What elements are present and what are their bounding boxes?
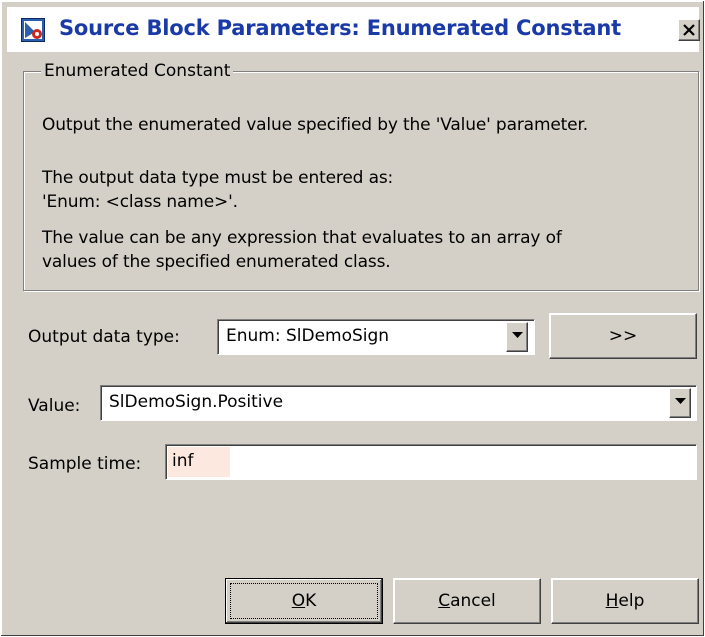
sample-time-label: Sample time:	[28, 454, 142, 474]
description-line-5: values of the specified enumerated class…	[42, 252, 391, 272]
cancel-button-label: ancel	[450, 591, 496, 611]
output-data-type-value: Enum: SlDemoSign	[226, 326, 390, 346]
output-data-type-dropdown-button[interactable]	[506, 322, 528, 352]
help-button-mnemonic: H	[605, 591, 619, 611]
ok-button-mnemonic: O	[291, 591, 306, 611]
description-line-4: The value can be any expression that eva…	[42, 228, 562, 248]
title-bar[interactable]: Source Block Parameters: Enumerated Cons…	[7, 7, 700, 52]
ok-button[interactable]: OK	[225, 578, 383, 624]
close-icon	[683, 24, 695, 36]
description-line-3: 'Enum: <class name>'.	[42, 192, 238, 212]
data-type-assistant-button[interactable]: >>	[549, 313, 697, 359]
chevron-down-icon	[512, 332, 523, 338]
value-label: Value:	[28, 396, 81, 416]
dialog-window: Source Block Parameters: Enumerated Cons…	[0, 0, 705, 637]
chevron-down-icon	[675, 398, 686, 404]
sample-time-input[interactable]: inf	[165, 444, 697, 480]
value-dropdown-button[interactable]	[669, 388, 691, 418]
value-field-value: SlDemoSign.Positive	[109, 392, 284, 412]
output-data-type-label: Output data type:	[28, 327, 180, 347]
cancel-button[interactable]: Cancel	[393, 578, 541, 624]
value-combobox[interactable]: SlDemoSign.Positive	[100, 385, 697, 421]
help-button-label: elp	[618, 591, 645, 611]
data-type-assistant-label: >>	[608, 326, 638, 346]
description-line-1: Output the enumerated value specified by…	[42, 115, 589, 135]
window-title: Source Block Parameters: Enumerated Cons…	[59, 16, 621, 40]
groupbox-legend: Enumerated Constant	[41, 61, 234, 81]
close-button[interactable]	[678, 19, 700, 41]
help-button[interactable]: Help	[551, 578, 699, 624]
output-data-type-combobox[interactable]: Enum: SlDemoSign	[217, 319, 535, 355]
sample-time-value: inf	[172, 451, 194, 471]
description-line-2: The output data type must be entered as:	[42, 168, 394, 188]
simulink-block-icon	[21, 18, 45, 42]
cancel-button-mnemonic: C	[438, 591, 451, 611]
ok-button-label: K	[305, 591, 317, 611]
